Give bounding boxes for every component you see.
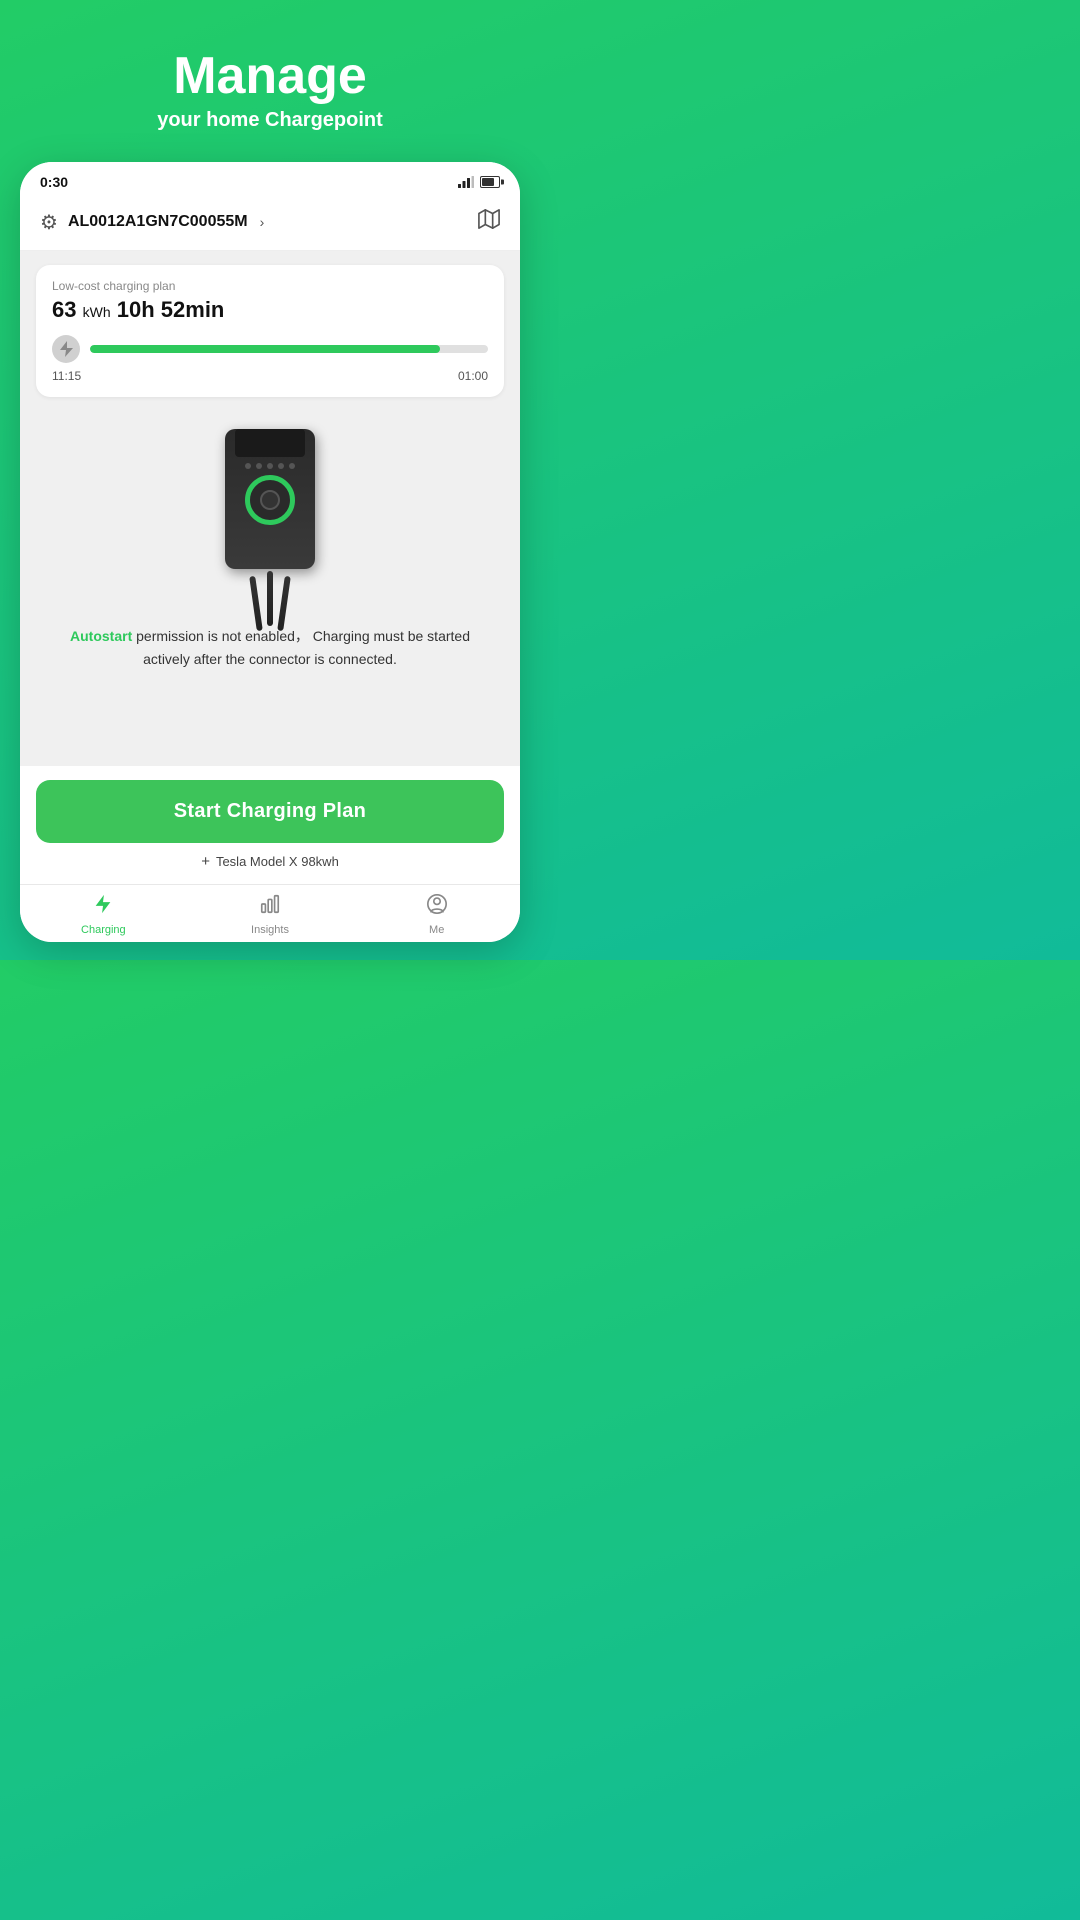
charger-dot (267, 463, 273, 469)
chevron-right-icon: › (260, 214, 265, 230)
header-title: Manage (20, 48, 520, 105)
charger-dots (225, 463, 315, 469)
nav-item-insights[interactable]: Insights (187, 893, 354, 936)
status-bar: 0:30 (20, 162, 520, 198)
bolt-icon (52, 335, 80, 363)
time-mins: 52min (161, 297, 225, 322)
top-bar: ⚙ AL0012A1GN7C00055M › (20, 198, 520, 251)
charger-dot (256, 463, 262, 469)
plan-value: 63 kWh 10h 52min (52, 297, 488, 323)
action-area: Start Charging Plan + Tesla Model X 98kw… (20, 766, 520, 884)
status-time: 0:30 (40, 174, 68, 190)
gear-icon[interactable]: ⚙ (40, 210, 58, 235)
map-icon[interactable] (478, 208, 500, 236)
charger-screen (235, 429, 305, 457)
energy-unit: kWh (83, 304, 111, 320)
vehicle-label: Tesla Model X 98kwh (216, 854, 339, 869)
start-time: 11:15 (52, 369, 81, 383)
charger-ring (245, 475, 295, 525)
header-subtitle: your home Chargepoint (20, 109, 520, 132)
signal-icon (458, 176, 474, 188)
charging-nav-label: Charging (81, 924, 126, 936)
charger-dot (245, 463, 251, 469)
charger-cables (210, 571, 330, 631)
insights-nav-icon (259, 893, 281, 921)
plus-icon: + (201, 853, 210, 870)
progress-bar-fill (90, 345, 440, 353)
device-id: AL0012A1GN7C00055M (68, 213, 248, 231)
time-hours: 10h (117, 297, 155, 322)
scroll-area[interactable]: Low-cost charging plan 63 kWh 10h 52min … (20, 251, 520, 766)
charger-ring-inner (260, 490, 280, 510)
insights-nav-label: Insights (251, 924, 289, 936)
progress-row (52, 335, 488, 363)
cable (267, 571, 273, 626)
charger-body (225, 429, 315, 569)
progress-bar (90, 345, 488, 353)
nav-item-me[interactable]: Me (353, 893, 520, 936)
end-time: 01:00 (458, 369, 488, 383)
autostart-link[interactable]: Autostart (70, 628, 132, 644)
charger-dot (278, 463, 284, 469)
me-nav-label: Me (429, 924, 444, 936)
cable (249, 576, 263, 631)
me-nav-icon (426, 893, 448, 921)
cable (277, 576, 291, 631)
start-charging-button[interactable]: Start Charging Plan (36, 780, 504, 843)
phone-card: 0:30 ⚙ AL0012A1GN7C00055M › (20, 162, 520, 942)
autostart-body: permission is not enabled， Charging must… (132, 628, 470, 666)
charger-image-area (36, 411, 504, 621)
charging-nav-icon (92, 893, 114, 921)
charger-dot (289, 463, 295, 469)
charging-plan-card: Low-cost charging plan 63 kWh 10h 52min … (36, 265, 504, 397)
add-vehicle-row[interactable]: + Tesla Model X 98kwh (36, 843, 504, 876)
battery-icon (480, 176, 500, 188)
nav-item-charging[interactable]: Charging (20, 893, 187, 936)
plan-label: Low-cost charging plan (52, 279, 488, 293)
bottom-nav: Charging Insights Me (20, 884, 520, 942)
charger-device (210, 421, 330, 611)
time-labels: 11:15 01:00 (52, 369, 488, 383)
status-icons (458, 176, 500, 188)
device-info[interactable]: ⚙ AL0012A1GN7C00055M › (40, 210, 264, 235)
header: Manage your home Chargepoint (0, 0, 540, 152)
energy-value: 63 (52, 297, 76, 322)
